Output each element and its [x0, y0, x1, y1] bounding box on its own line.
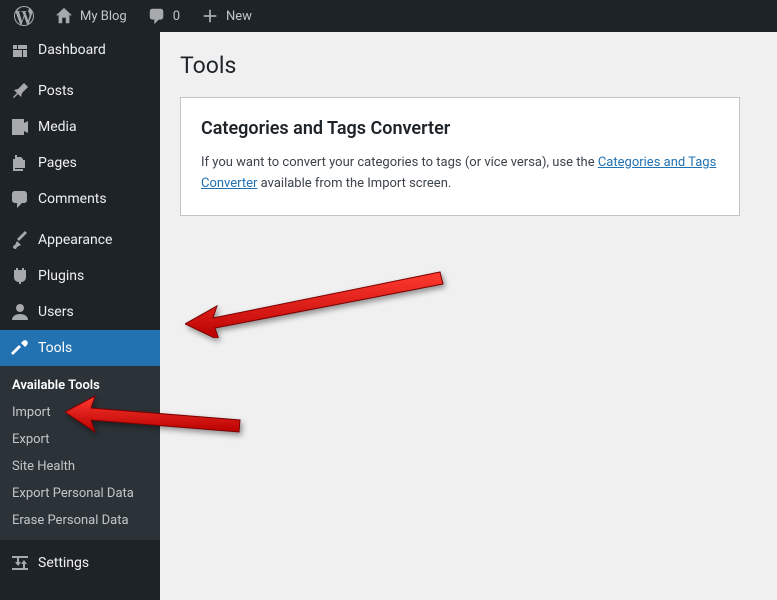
annotation-arrow-tools: [185, 270, 445, 342]
menu-comments[interactable]: Comments: [0, 181, 160, 217]
users-icon: [10, 302, 30, 322]
card-heading: Categories and Tags Converter: [201, 118, 719, 139]
menu-posts[interactable]: Posts: [0, 73, 160, 109]
plugin-icon: [10, 266, 30, 286]
main-content: Tools Categories and Tags Converter If y…: [160, 32, 777, 600]
new-content-menu[interactable]: New: [192, 0, 260, 32]
menu-tools[interactable]: Tools: [0, 330, 160, 366]
wordpress-logo-icon: [14, 6, 34, 26]
menu-label: Users: [38, 304, 74, 320]
new-label: New: [226, 9, 252, 24]
menu-settings[interactable]: Settings: [0, 545, 160, 581]
menu-label: Media: [38, 119, 77, 135]
menu-label: Settings: [38, 555, 89, 571]
site-name-menu[interactable]: My Blog: [46, 0, 135, 32]
wrench-icon: [10, 338, 30, 358]
submenu-available-tools[interactable]: Available Tools: [0, 372, 160, 399]
menu-users[interactable]: Users: [0, 294, 160, 330]
admin-sidebar: Dashboard Posts Media Pages Comments App…: [0, 32, 160, 600]
menu-label: Posts: [38, 83, 74, 99]
comments-count: 0: [173, 9, 180, 24]
submenu-erase-personal-data[interactable]: Erase Personal Data: [0, 507, 160, 534]
card-text-after: available from the Import screen.: [257, 176, 451, 191]
card-text-before: If you want to convert your categories t…: [201, 155, 598, 170]
menu-pages[interactable]: Pages: [0, 145, 160, 181]
submenu-export[interactable]: Export: [0, 426, 160, 453]
card-description: If you want to convert your categories t…: [201, 153, 719, 195]
submenu-import[interactable]: Import: [0, 399, 160, 426]
settings-icon: [10, 553, 30, 573]
comment-icon: [147, 6, 167, 26]
menu-appearance[interactable]: Appearance: [0, 222, 160, 258]
menu-label: Plugins: [38, 268, 84, 284]
submenu-export-personal-data[interactable]: Export Personal Data: [0, 480, 160, 507]
pin-icon: [10, 81, 30, 101]
comments-menu[interactable]: 0: [139, 0, 188, 32]
dashboard-icon: [10, 40, 30, 60]
menu-dashboard[interactable]: Dashboard: [0, 32, 160, 68]
menu-label: Tools: [38, 340, 72, 356]
menu-plugins[interactable]: Plugins: [0, 258, 160, 294]
admin-bar: My Blog 0 New: [0, 0, 777, 32]
menu-label: Appearance: [38, 232, 112, 248]
home-icon: [54, 6, 74, 26]
plus-icon: [200, 6, 220, 26]
menu-label: Pages: [38, 155, 77, 171]
pages-icon: [10, 153, 30, 173]
brush-icon: [10, 230, 30, 250]
page-title: Tools: [180, 52, 757, 79]
menu-label: Comments: [38, 191, 107, 207]
site-name-label: My Blog: [80, 9, 127, 24]
wp-logo-menu[interactable]: [6, 0, 42, 32]
menu-label: Dashboard: [38, 42, 106, 58]
comments-icon: [10, 189, 30, 209]
tools-submenu: Available Tools Import Export Site Healt…: [0, 366, 160, 540]
media-icon: [10, 117, 30, 137]
menu-media[interactable]: Media: [0, 109, 160, 145]
converter-card: Categories and Tags Converter If you wan…: [180, 97, 740, 216]
submenu-site-health[interactable]: Site Health: [0, 453, 160, 480]
